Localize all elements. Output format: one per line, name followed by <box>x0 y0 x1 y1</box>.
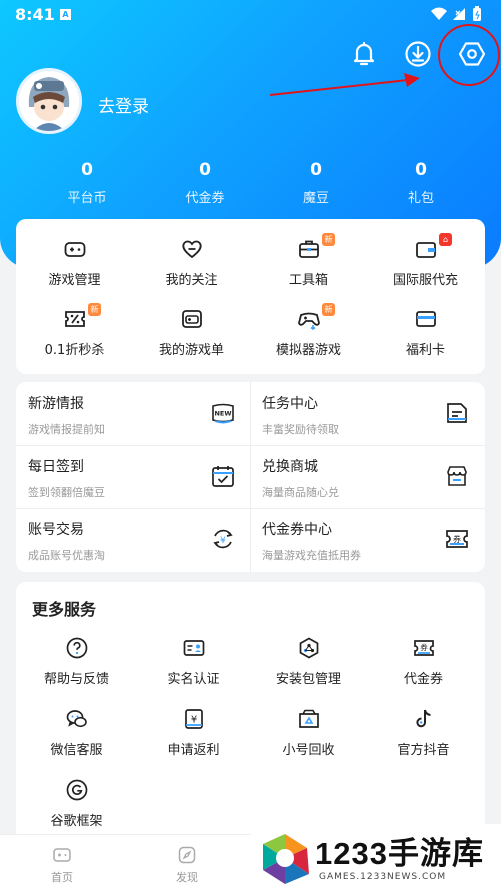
grid-item-emulator[interactable]: 新 模拟器游戏 <box>250 303 367 358</box>
wechat-icon <box>66 710 87 728</box>
grid-item-follow[interactable]: 我的关注 <box>133 237 250 288</box>
login-link[interactable]: 去登录 <box>98 92 149 117</box>
status-bar: 8:41 A <box>0 0 501 30</box>
package-icon <box>299 637 318 659</box>
svg-text:¥: ¥ <box>190 715 196 726</box>
help-icon <box>66 637 87 659</box>
grid-item-game-manage[interactable]: 游戏管理 <box>16 237 133 288</box>
home-icon <box>53 848 71 862</box>
grid-item-toolbox[interactable]: 新 工具箱 <box>250 233 367 288</box>
svg-text:NEW: NEW <box>214 410 231 418</box>
watermark-url: GAMES.1233NEWS.COM <box>319 872 447 882</box>
discount-icon <box>64 311 85 327</box>
more-item-voucher[interactable]: 券 代金券 <box>365 636 482 687</box>
recycle-icon <box>298 709 319 728</box>
card-icon <box>415 311 436 327</box>
system-icons <box>429 5 489 27</box>
wifi-icon <box>431 7 447 20</box>
grid-item-welfare-card[interactable]: 福利卡 <box>367 307 484 358</box>
stat-magic-bean[interactable]: 0 魔豆 <box>276 160 356 206</box>
calendar-icon <box>212 466 234 487</box>
avatar[interactable] <box>16 68 82 134</box>
more-item-google-framework[interactable]: 谷歌框架 <box>18 778 135 829</box>
wallet-icon <box>415 242 436 258</box>
grid-item-game-list[interactable]: 我的游戏单 <box>133 307 250 358</box>
tab-discover[interactable]: 发现 <box>157 845 217 885</box>
new-badge-icon: NEW <box>212 403 234 424</box>
voucher-icon: 券 <box>413 640 434 656</box>
more-services-title: 更多服务 <box>32 600 97 619</box>
task-icon <box>447 403 467 423</box>
status-time: 8:41 <box>15 5 55 24</box>
google-icon <box>66 779 87 801</box>
service-voucher-center[interactable]: 代金券中心 海量游戏充值抵用券 券 <box>250 508 484 571</box>
gamepad-icon <box>64 242 85 257</box>
service-account-trade[interactable]: 账号交易 成品账号优惠淘 ¥ <box>16 508 250 571</box>
watermark: 1233手游库 GAMES.1233NEWS.COM <box>251 824 501 890</box>
battery-icon <box>473 6 481 21</box>
discover-icon <box>178 846 196 864</box>
rebate-icon: ¥ <box>184 709 203 729</box>
more-services-card: 更多服务 帮助与反馈 实名认证 安装包管理 券 代金券 微信客服 ¥ 申请返利 … <box>16 582 485 842</box>
watermark-brand: 1233手游库 <box>315 836 484 871</box>
more-item-wechat-service[interactable]: 微信客服 <box>18 707 135 758</box>
download-icon[interactable] <box>404 40 432 68</box>
watermark-logo <box>263 834 309 884</box>
svg-text:¥: ¥ <box>220 536 226 546</box>
svg-text:券: 券 <box>420 642 428 652</box>
exchange-icon: ¥ <box>213 529 233 549</box>
annotation-arrow <box>269 73 420 96</box>
quick-menu-card: 游戏管理 我的关注 新 工具箱 ⌂ 国际服代充 新 0.1折秒杀 我的游戏单 新… <box>16 219 485 374</box>
new-badge: 新 <box>322 303 335 316</box>
stat-gift[interactable]: 0 礼包 <box>381 160 461 206</box>
more-item-realname[interactable]: 实名认证 <box>135 636 252 687</box>
service-daily-checkin[interactable]: 每日签到 签到领翻倍魔豆 <box>16 445 250 508</box>
hot-badge-icon: ⌂ <box>439 233 452 246</box>
annotation-circle <box>438 24 500 86</box>
signal-icon <box>453 8 465 20</box>
toolbox-icon <box>298 240 319 258</box>
service-exchange-mall[interactable]: 兑换商城 海量商品随心兑 <box>250 445 484 508</box>
stat-voucher[interactable]: 0 代金券 <box>165 160 245 206</box>
game-list-icon <box>181 310 202 328</box>
grid-item-flash-sale[interactable]: 新 0.1折秒杀 <box>16 303 133 358</box>
service-task-center[interactable]: 任务中心 丰富奖励待领取 <box>250 382 484 445</box>
more-item-account-recycle[interactable]: 小号回收 <box>250 707 367 758</box>
new-badge: 新 <box>88 303 101 316</box>
id-card-icon <box>183 640 204 656</box>
new-badge: 新 <box>322 233 335 246</box>
tiktok-icon <box>415 709 431 728</box>
more-item-package-manage[interactable]: 安装包管理 <box>250 636 367 687</box>
services-card: 新游情报 游戏情报提前知 NEW 任务中心 丰富奖励待领取 每日签到 签到领翻倍魔豆 … <box>16 382 485 572</box>
service-new-games[interactable]: 新游情报 游戏情报提前知 NEW <box>16 382 250 445</box>
heart-icon <box>181 240 202 259</box>
stat-platform-coin[interactable]: 0 平台币 <box>47 160 127 206</box>
more-item-help[interactable]: 帮助与反馈 <box>18 636 135 687</box>
coupon-icon: 券 <box>446 530 468 548</box>
shop-icon <box>447 466 467 486</box>
emulator-icon <box>297 312 320 330</box>
more-item-rebate[interactable]: ¥ 申请返利 <box>135 707 252 758</box>
more-item-douyin[interactable]: 官方抖音 <box>365 707 482 758</box>
tab-home[interactable]: 首页 <box>32 845 92 885</box>
bell-icon[interactable] <box>350 40 378 68</box>
grid-item-intl-recharge[interactable]: ⌂ 国际服代充 <box>367 233 484 288</box>
svg-text:券: 券 <box>453 534 461 544</box>
sim-icon: A <box>60 9 71 20</box>
